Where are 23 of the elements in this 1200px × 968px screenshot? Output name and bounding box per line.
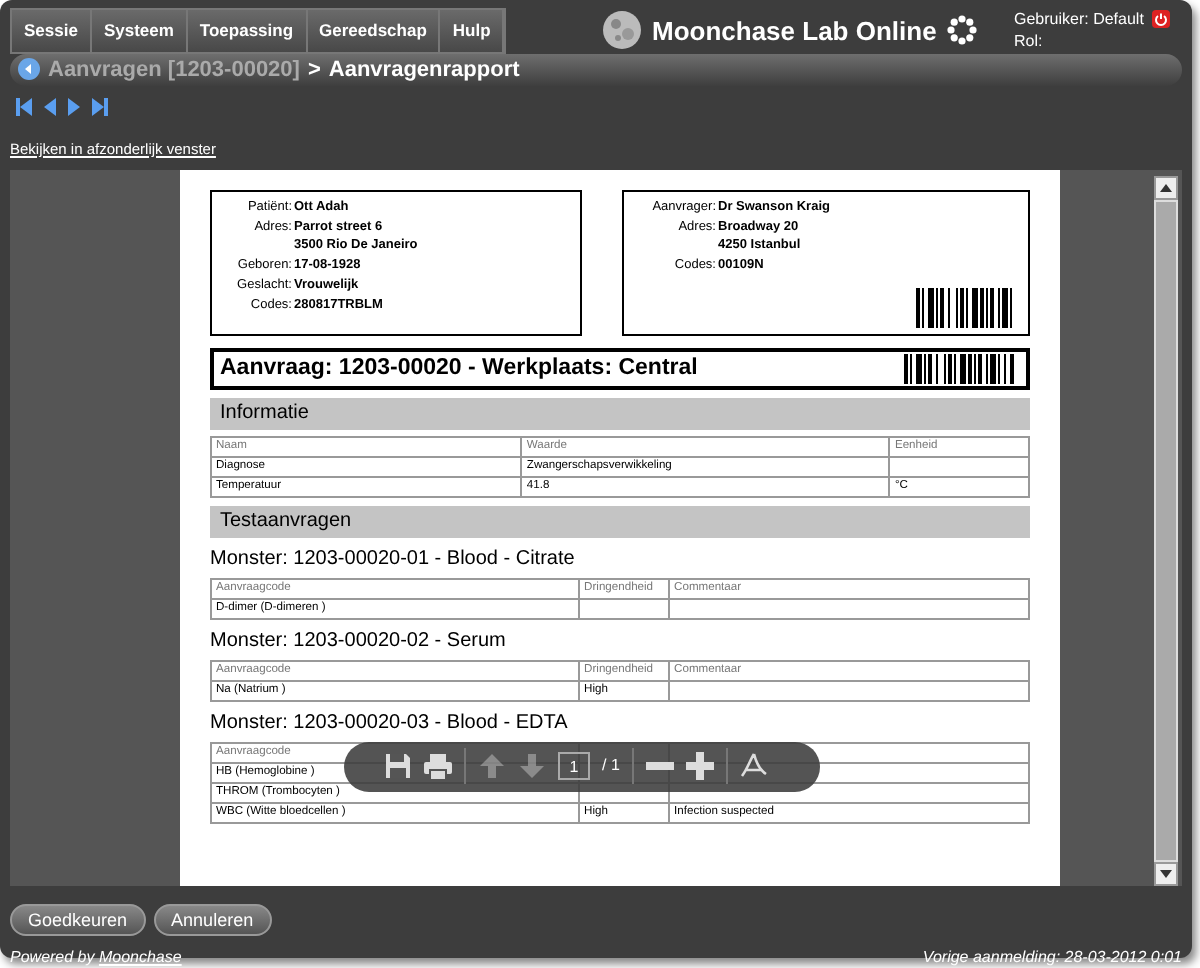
menu-item[interactable]: Systeem bbox=[91, 10, 188, 52]
sample-title: Monster: 1203-00020-01 - Blood - Citrate bbox=[210, 547, 577, 572]
menu-item[interactable]: Gereedschap bbox=[307, 10, 441, 52]
page-field[interactable]: 1 bbox=[558, 752, 590, 781]
sample-title: Monster: 1203-00020-03 - Blood - EDTA bbox=[210, 711, 570, 736]
request-title: Aanvraag: 1203-00020 - Werkplaats: Central bbox=[220, 353, 700, 384]
breadcrumb-current: Aanvragenrapport bbox=[328, 55, 520, 85]
action-button[interactable]: Goedkeuren bbox=[10, 903, 146, 936]
sample-title: Monster: 1203-00020-02 - Serum bbox=[210, 629, 508, 654]
section-heading: Informatie bbox=[210, 397, 1030, 430]
footer-link[interactable]: Moonchase bbox=[98, 947, 182, 966]
menu-item[interactable]: Hulp bbox=[440, 10, 505, 52]
action-button[interactable]: Annuleren bbox=[153, 903, 272, 936]
app-title: Moonchase Lab Online bbox=[652, 13, 937, 50]
page-total: / 1 bbox=[602, 754, 620, 779]
last-login-text: Vorige aanmelding: 28-03-2012 0:01 bbox=[922, 945, 1182, 968]
section-heading: Testaanvragen bbox=[210, 505, 1030, 538]
role-label: Rol: bbox=[1014, 30, 1045, 54]
menu-item[interactable]: Sessie bbox=[12, 10, 92, 52]
user-label: Gebruiker: Default bbox=[1014, 8, 1144, 31]
menu-item[interactable]: Toepassing bbox=[187, 10, 308, 52]
powered-by-text: Powered by Moonchase bbox=[10, 945, 182, 968]
breadcrumb-separator: > bbox=[307, 55, 321, 85]
